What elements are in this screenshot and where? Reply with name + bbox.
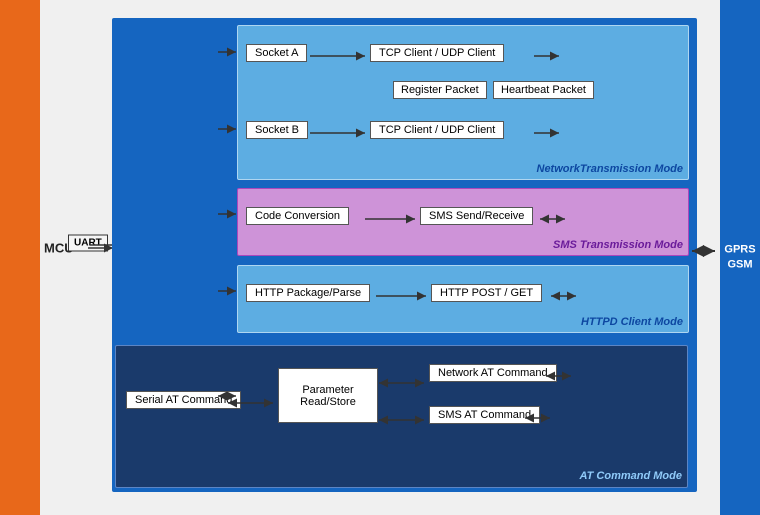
sms-mode-label: SMS Transmission Mode [553, 239, 683, 251]
diagram-container: GPRS GSM MCU UART UART Frame Socket A [0, 0, 760, 515]
param-network-arrow [379, 375, 429, 391]
sms-left-arrow [218, 206, 240, 222]
at-left-arrow [218, 388, 240, 404]
network-at-box: Network AT Command [429, 364, 557, 382]
register-packet-box: Register Packet [393, 81, 487, 99]
sms-section: Code Conversion SMS Send/Receive SMS Tra… [237, 188, 689, 256]
sms-send-receive-box: SMS Send/Receive [420, 207, 533, 225]
right-blue-bar: GPRS GSM [720, 0, 760, 515]
network-mode-label: NetworkTransmission Mode [537, 163, 684, 175]
http-package-box: HTTP Package/Parse [246, 284, 370, 302]
at-mode-label: AT Command Mode [580, 470, 682, 482]
http-mode-label: HTTPD Client Mode [581, 316, 683, 328]
http-post-get-box: HTTP POST / GET [431, 284, 542, 302]
net-left-arrow-1 [218, 44, 240, 60]
socket-a-box: Socket A [246, 44, 307, 62]
code-conversion-box: Code Conversion [246, 207, 349, 225]
network-section: Socket A TCP Client / UDP Client Registe… [237, 25, 689, 180]
gprs-gsm-label: GPRS GSM [722, 242, 758, 273]
gprs-dbl-arrow [690, 240, 720, 262]
left-orange-bar [0, 0, 40, 515]
heartbeat-packet-label: Heartbeat Packet [501, 84, 586, 96]
net-left-arrow-2 [218, 121, 240, 137]
parameter-box: Parameter Read/Store [278, 368, 378, 423]
sms-at-label: SMS AT Command [438, 409, 531, 421]
sms-arrow [365, 211, 420, 227]
tcp2-right-arrow [534, 125, 564, 141]
http-arrow [376, 288, 431, 304]
network-at-label: Network AT Command [438, 367, 548, 379]
register-packet-label: Register Packet [401, 84, 479, 96]
socket-b-box: Socket B [246, 121, 308, 139]
http-section: HTTP Package/Parse HTTP POST / GET HTTPD… [237, 265, 689, 333]
sms-at-right-arrow [525, 410, 555, 426]
socket-b-arrow [310, 125, 370, 141]
heartbeat-packet-box: Heartbeat Packet [493, 81, 594, 99]
network-at-right-arrow [546, 368, 576, 384]
socket-a-label: Socket A [255, 47, 298, 59]
tcp-client-1-label: TCP Client / UDP Client [379, 47, 495, 59]
socket-b-label: Socket B [255, 124, 299, 136]
tcp-client-2-label: TCP Client / UDP Client [379, 124, 495, 136]
param-sms-arrow [379, 412, 429, 428]
http-post-get-label: HTTP POST / GET [440, 287, 533, 299]
http-right-arrow [551, 288, 581, 304]
at-command-section: Serial AT Command Parameter Read/Store N… [115, 345, 688, 488]
socket-a-arrow [310, 48, 370, 64]
http-left-arrow [218, 283, 240, 299]
sms-send-receive-label: SMS Send/Receive [429, 210, 524, 222]
tcp-client-2-box: TCP Client / UDP Client [370, 121, 504, 139]
tcp1-right-arrow [534, 48, 564, 64]
sms-at-box: SMS AT Command [429, 406, 540, 424]
tcp-client-1-box: TCP Client / UDP Client [370, 44, 504, 62]
code-conversion-label: Code Conversion [255, 210, 340, 222]
http-package-label: HTTP Package/Parse [255, 287, 361, 299]
parameter-label: Parameter Read/Store [300, 384, 356, 408]
sms-right-arrow [540, 211, 570, 227]
